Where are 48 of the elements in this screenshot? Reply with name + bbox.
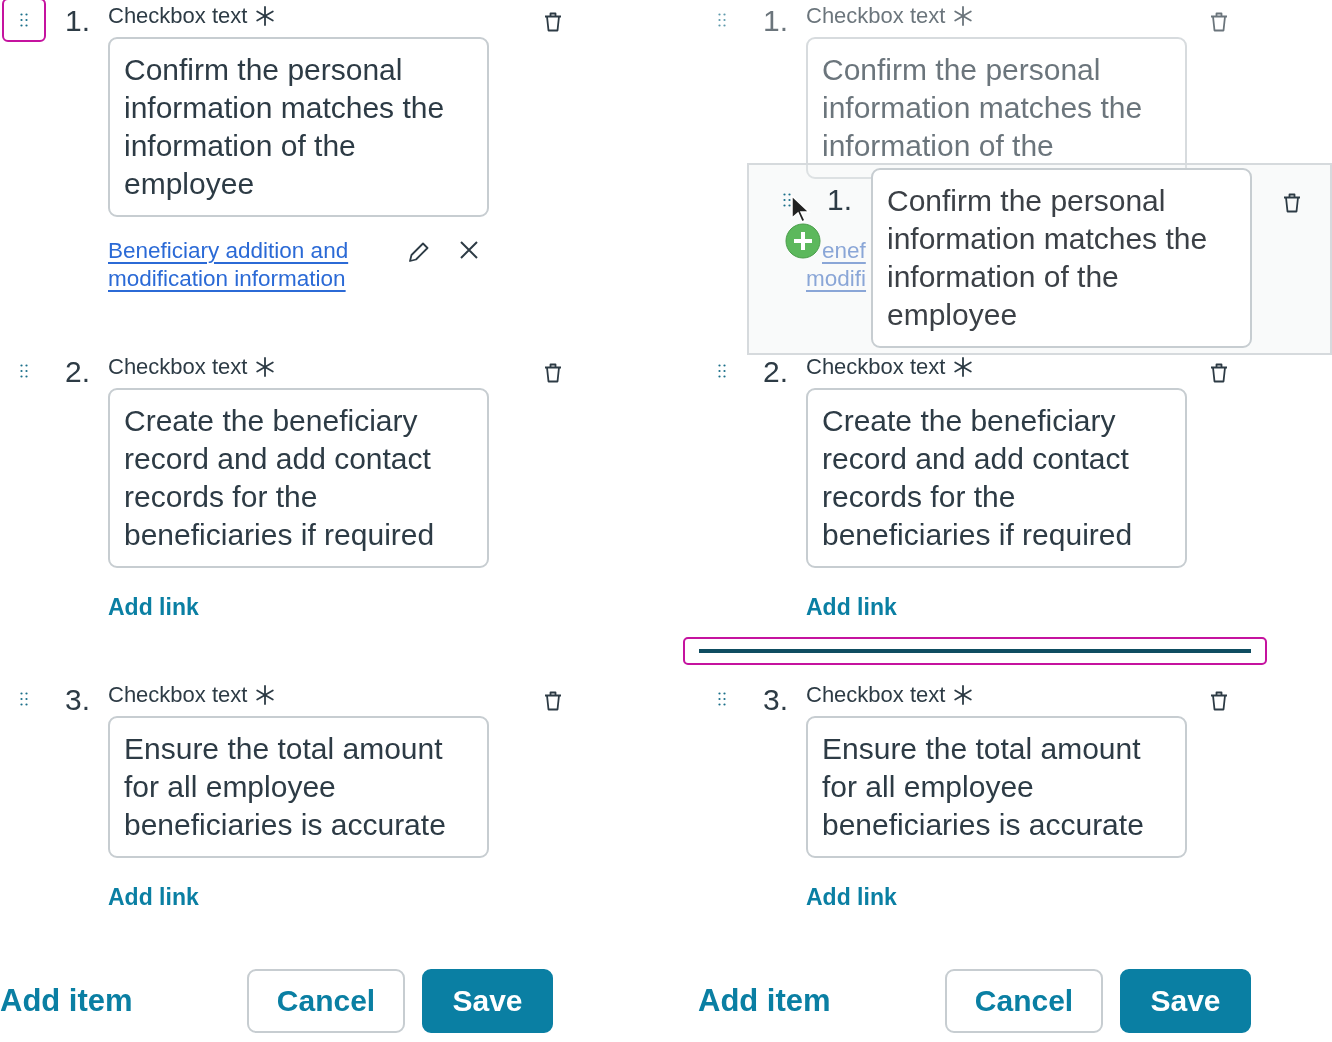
cancel-button[interactable]: Cancel xyxy=(247,969,405,1033)
add-badge-icon xyxy=(784,222,822,260)
cancel-button[interactable]: Cancel xyxy=(945,969,1103,1033)
item-number: 1. xyxy=(762,3,790,39)
attached-link[interactable]: modifi xyxy=(806,265,867,293)
drag-handle-icon[interactable] xyxy=(20,364,28,378)
add-link[interactable]: Add link xyxy=(806,594,897,621)
field-label: Checkbox text xyxy=(806,354,946,380)
drag-handle-icon[interactable] xyxy=(718,364,726,378)
checkbox-text-field[interactable]: Ensure the total amount for all employee beneficiaries is accurate xyxy=(108,716,489,858)
checkbox-text-field[interactable]: Create the beneficiary record and add contact records for the beneficiaries if required xyxy=(806,388,1187,568)
item-number: 3. xyxy=(64,682,92,718)
drag-handle-icon[interactable] xyxy=(20,13,28,27)
drag-handle-icon[interactable] xyxy=(718,13,726,27)
add-link[interactable]: Add link xyxy=(108,594,199,621)
drag-handle-icon[interactable] xyxy=(718,692,726,706)
pencil-icon[interactable] xyxy=(408,241,430,263)
trash-icon[interactable] xyxy=(1283,193,1301,213)
item-number: 3. xyxy=(762,682,790,718)
item-number: 1. xyxy=(64,3,92,39)
item-number: 2. xyxy=(762,354,790,390)
add-link[interactable]: Add link xyxy=(108,884,199,911)
checkbox-text-field[interactable]: Create the beneficiary record and add contact records for the beneficiaries if required xyxy=(108,388,489,568)
checkbox-text-field[interactable]: Ensure the total amount for all employee beneficiaries is accurate xyxy=(806,716,1187,858)
attached-link[interactable]: Beneficiary addition and modification information xyxy=(108,237,378,293)
trash-icon[interactable] xyxy=(1209,363,1228,383)
trash-icon[interactable] xyxy=(1209,691,1228,711)
save-button[interactable]: Save xyxy=(1120,969,1251,1033)
item-number: 1. xyxy=(827,183,853,217)
checkbox-text-field[interactable]: Confirm the personal information matches the information of the employee xyxy=(108,37,489,217)
attached-link[interactable]: enef xyxy=(822,237,866,265)
close-icon[interactable] xyxy=(460,241,478,259)
add-item-link[interactable]: Add item xyxy=(0,983,247,1019)
trash-icon[interactable] xyxy=(543,363,562,383)
save-button[interactable]: Save xyxy=(422,969,553,1033)
trash-icon[interactable] xyxy=(543,691,562,711)
add-link[interactable]: Add link xyxy=(806,884,897,911)
item-number: 2. xyxy=(64,354,92,390)
mouse-pointer-icon xyxy=(791,195,811,223)
field-label: Checkbox text xyxy=(108,3,248,29)
field-label: Checkbox text xyxy=(806,3,946,29)
field-label: Checkbox text xyxy=(806,682,946,708)
field-label: Checkbox text xyxy=(108,354,248,380)
add-item-link[interactable]: Add item xyxy=(698,983,945,1019)
drag-handle-icon[interactable] xyxy=(783,193,791,207)
field-label: Checkbox text xyxy=(108,682,248,708)
trash-icon[interactable] xyxy=(543,12,562,32)
drag-handle-icon[interactable] xyxy=(20,692,28,706)
